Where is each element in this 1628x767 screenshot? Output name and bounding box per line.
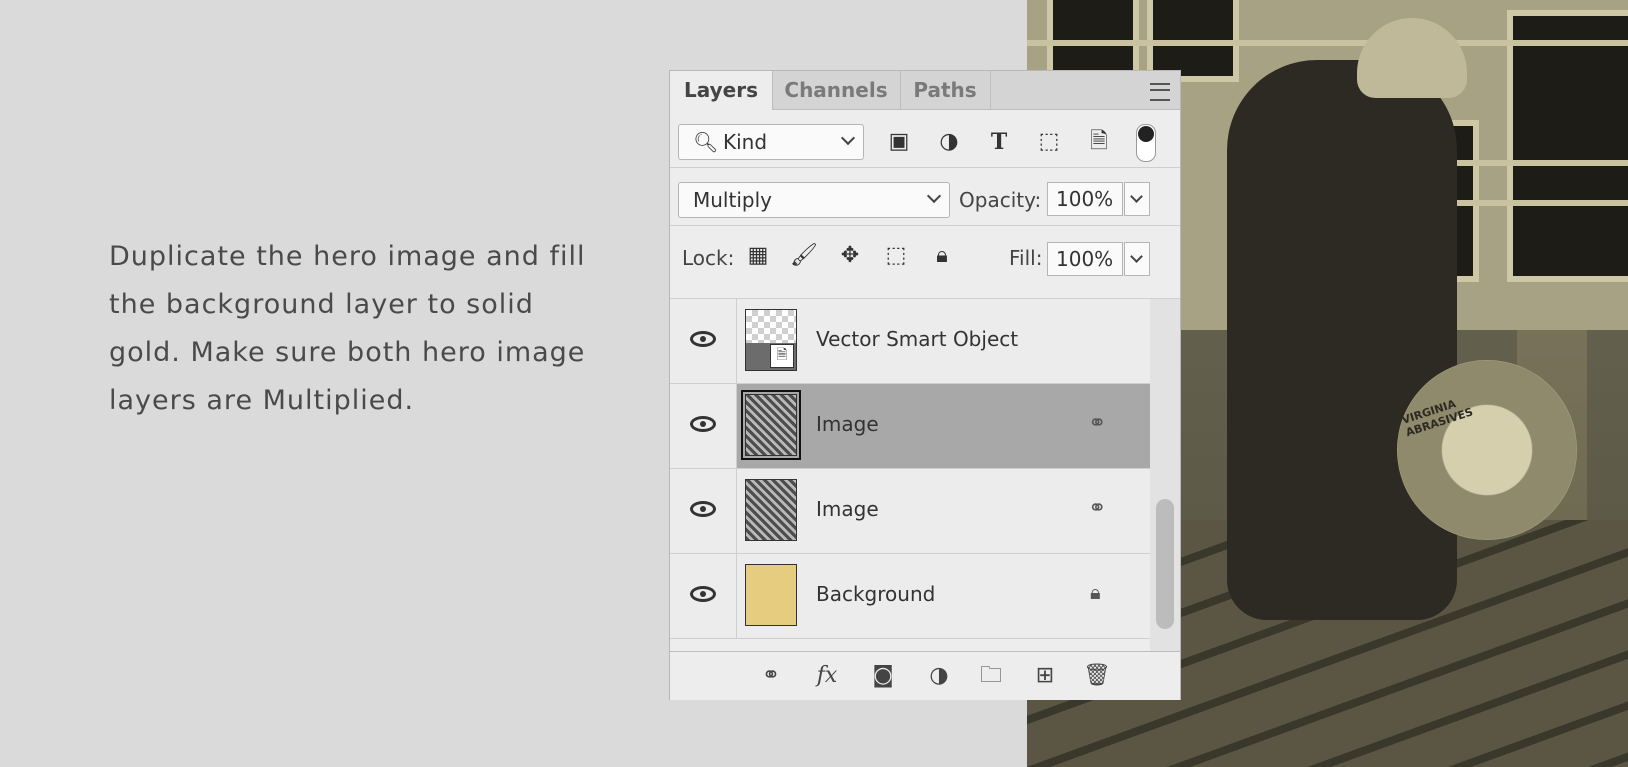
trash-icon[interactable]: 🗑︎	[1082, 662, 1112, 690]
visibility-column	[670, 469, 737, 553]
visibility-column	[670, 554, 737, 638]
scaffold-rail	[1027, 40, 1628, 46]
smart-object-filter-icon[interactable]: 🗎︎	[1085, 128, 1113, 156]
fill-input[interactable]: 100%	[1047, 242, 1123, 276]
link-icon: ⚭	[1088, 411, 1107, 436]
new-group-folder-icon[interactable]: 🗀︎	[976, 662, 1006, 690]
kind-filter-dropdown[interactable]: 🔍︎ Kind	[678, 124, 864, 160]
worker	[1227, 60, 1457, 620]
lock-transparency-icon[interactable]: ▦	[744, 242, 772, 270]
layer-row-image-selected[interactable]: Image ⚭	[670, 384, 1150, 469]
lock-row: Lock: ▦ 🖌︎ ✥ ⬚ 🔒︎ Fill: 100%	[670, 226, 1180, 299]
instruction-line: layers are Multiplied.	[109, 385, 415, 416]
layer-thumbnail	[745, 394, 797, 456]
layer-name[interactable]: Image	[816, 497, 879, 521]
adjustment-layer-icon[interactable]: ◑	[924, 662, 954, 690]
type-filter-icon[interactable]: T	[985, 128, 1013, 156]
layer-name[interactable]: Vector Smart Object	[816, 327, 1018, 351]
adjustment-filter-icon[interactable]: ◑	[935, 128, 963, 156]
layers-panel: Layers Channels Paths 🔍︎ Kind ▣ ◑ T ⬚ 🗎︎…	[669, 70, 1181, 700]
blend-mode-dropdown[interactable]: Multiply	[678, 182, 950, 218]
layer-row-background[interactable]: Background 🔒︎	[670, 554, 1150, 639]
shape-filter-icon[interactable]: ⬚	[1035, 128, 1063, 156]
lock-artboard-icon[interactable]: ⬚	[882, 242, 910, 270]
layers-scrollbar[interactable]	[1150, 299, 1180, 651]
cutoff-saw	[1397, 360, 1577, 540]
instruction-line: Duplicate the hero image and fill	[109, 241, 586, 272]
window	[1507, 10, 1628, 282]
lock-position-move-icon[interactable]: ✥	[836, 242, 864, 270]
new-layer-icon[interactable]: ⊞	[1030, 662, 1060, 690]
layer-thumbnail	[745, 564, 797, 626]
tab-channels[interactable]: Channels	[772, 71, 901, 109]
panel-tabs: Layers Channels Paths	[670, 71, 1180, 110]
smart-object-badge-icon: 🗎︎	[770, 344, 794, 368]
link-icon: ⚭	[1088, 496, 1107, 521]
fill-slider-toggle[interactable]	[1124, 242, 1150, 276]
blend-mode-value: Multiply	[693, 188, 772, 212]
layers-bottom-toolbar: ⚭ fx ◙ ◑ 🗀︎ ⊞ 🗑︎	[670, 651, 1180, 700]
lock-all-icon[interactable]: 🔒︎	[928, 242, 956, 270]
search-icon: 🔍︎	[693, 130, 719, 154]
instruction-line: the background layer to solid	[109, 289, 534, 320]
eye-icon[interactable]	[690, 331, 716, 347]
tab-paths[interactable]: Paths	[900, 71, 991, 109]
layer-thumbnail	[745, 479, 797, 541]
chevron-down-icon	[840, 130, 856, 146]
link-layers-icon[interactable]: ⚭	[756, 662, 786, 690]
instruction-line: gold. Make sure both hero image	[109, 337, 586, 368]
kind-label: Kind	[723, 130, 768, 154]
fx-icon[interactable]: fx	[812, 662, 842, 690]
lock-icon: 🔒︎	[1090, 580, 1101, 604]
image-filter-icon[interactable]: ▣	[885, 128, 913, 156]
layer-row-image[interactable]: Image ⚭	[670, 469, 1150, 554]
visibility-column	[670, 384, 737, 468]
opacity-slider-toggle[interactable]	[1124, 182, 1150, 216]
tab-layers[interactable]: Layers	[670, 71, 773, 110]
eye-icon[interactable]	[690, 586, 716, 602]
filter-toggle-switch[interactable]	[1136, 124, 1156, 162]
add-mask-icon[interactable]: ◙	[868, 662, 898, 690]
lock-label: Lock:	[682, 246, 735, 270]
panel-menu-icon[interactable]	[1150, 83, 1170, 101]
filter-row: 🔍︎ Kind ▣ ◑ T ⬚ 🗎︎	[670, 110, 1180, 168]
opacity-input[interactable]: 100%	[1047, 182, 1123, 216]
instruction-text: Duplicate the hero image and fill the ba…	[109, 233, 609, 425]
layer-thumbnail: 🗎︎	[745, 309, 797, 371]
layer-name[interactable]: Background	[816, 582, 935, 606]
scrollbar-thumb[interactable]	[1156, 499, 1174, 629]
fill-label: Fill:	[1009, 246, 1043, 270]
layer-row-vector-smart-object[interactable]: 🗎︎ Vector Smart Object	[670, 299, 1150, 384]
opacity-label: Opacity:	[959, 188, 1042, 212]
blend-row: Multiply Opacity: 100%	[670, 168, 1180, 226]
eye-icon[interactable]	[690, 501, 716, 517]
layers-list: 🗎︎ Vector Smart Object Image ⚭ Image ⚭ B…	[670, 299, 1180, 651]
eye-icon[interactable]	[690, 416, 716, 432]
toggle-knob	[1138, 126, 1154, 142]
chevron-down-icon	[926, 188, 942, 204]
lock-pixels-brush-icon[interactable]: 🖌︎	[790, 242, 818, 270]
layer-name[interactable]: Image	[816, 412, 879, 436]
visibility-column	[670, 299, 737, 383]
